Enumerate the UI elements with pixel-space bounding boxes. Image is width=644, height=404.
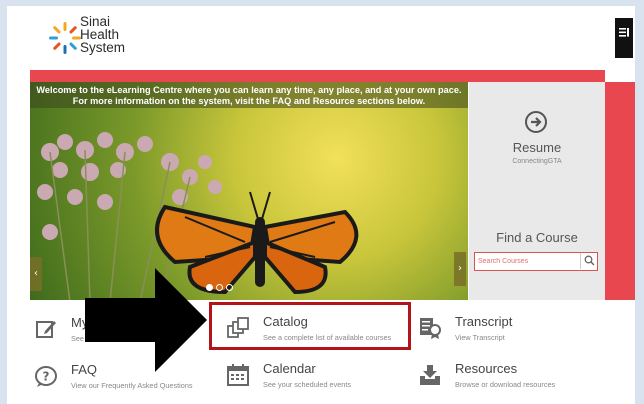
menu-button[interactable] [615, 18, 633, 58]
slider-prev-button[interactable]: ‹ [30, 257, 42, 291]
slider-dot[interactable] [226, 284, 233, 291]
nav-resources-title: Resources [455, 361, 518, 376]
nav-transcript[interactable]: Transcript View Transcript [419, 314, 569, 350]
course-search-box [474, 252, 598, 271]
edit-icon [36, 321, 56, 338]
resume-course-name[interactable]: ConnectingGTA [469, 158, 605, 165]
nav-calendar-subtitle: See your scheduled events [263, 380, 352, 389]
welcome-banner: Welcome to the eLearning Centre where yo… [30, 82, 468, 108]
pointer-arrow-icon [85, 268, 207, 372]
nav-transcript-subtitle: View Transcript [455, 333, 505, 342]
calendar-icon [227, 364, 249, 386]
brand-name[interactable]: Sinai Health System [80, 15, 126, 55]
transcript-icon [420, 318, 441, 339]
nav-calendar-title: Calendar [263, 361, 316, 376]
banner-line-2: For more information on the system, visi… [72, 96, 426, 106]
nav-faq-subtitle: View our Frequently Asked Questions [71, 381, 193, 390]
slider-dot[interactable] [216, 284, 223, 291]
question-icon: ? [35, 366, 57, 387]
search-input[interactable] [478, 255, 578, 268]
slider-next-button[interactable]: › [454, 252, 466, 286]
nav-resources[interactable]: Resources Browse or download resources [419, 361, 599, 397]
brand-line-3: System [80, 40, 126, 55]
banner-line-1: Welcome to the eLearning Centre where yo… [36, 85, 462, 95]
arrow-right-circle-icon[interactable] [524, 110, 548, 134]
resume-label[interactable]: Resume [469, 140, 605, 155]
nav-my-subtitle: See [71, 334, 84, 343]
nav-calendar[interactable]: Calendar See your scheduled events [227, 361, 407, 397]
find-course-label: Find a Course [496, 230, 578, 245]
search-icon [584, 255, 595, 266]
menu-icon [619, 28, 629, 37]
nav-transcript-title: Transcript [455, 314, 513, 329]
nav-resources-subtitle: Browse or download resources [455, 380, 556, 389]
svg-text:?: ? [43, 370, 50, 384]
hero-right-border [605, 82, 635, 300]
download-icon [420, 365, 440, 385]
hero-top-border [30, 70, 605, 82]
catalog-highlight-box [209, 302, 411, 350]
search-button[interactable] [580, 253, 597, 269]
